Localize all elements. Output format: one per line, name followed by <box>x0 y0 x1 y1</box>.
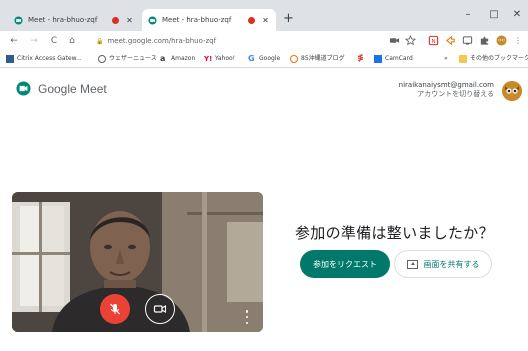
reload-button[interactable]: C <box>48 34 60 48</box>
bookmark-blog[interactable]: 85沖縄道ブログ <box>290 54 345 64</box>
amazon-icon: a <box>160 54 166 63</box>
weather-icon <box>98 55 106 63</box>
dot <box>245 310 249 313</box>
tab-meet-2[interactable]: Meet - hra-bhuo-zqf ✕ <box>142 9 276 31</box>
bookmark-label: その他のブックマーク <box>470 55 528 62</box>
camera-indicator-icon[interactable] <box>389 35 400 46</box>
tab-meet-1[interactable]: Meet - hra-bhuo-zqf ✕ <box>8 9 140 31</box>
ready-heading: 参加の準備は整いましたか？ <box>295 224 494 242</box>
mic-toggle-button[interactable] <box>100 294 130 324</box>
extension-icon[interactable]: N <box>428 35 439 46</box>
screen-extension-icon[interactable] <box>462 35 473 46</box>
extensions-puzzle-icon[interactable] <box>479 35 490 46</box>
bookmark-mf[interactable]: ≸ <box>357 54 368 62</box>
bookmark-citrix[interactable]: Citrix Access Gatew... <box>6 54 82 64</box>
mf-icon: ≸ <box>357 53 364 62</box>
url-text: meet.google.com/hra-bhuo-zqf <box>107 37 217 45</box>
profile-avatar-icon[interactable] <box>496 35 507 46</box>
browser-toolbar: ← → C ⌂ 🔒 meet.google.com/hra-bhuo-zqf N … <box>0 31 528 51</box>
bookmark-other-folder[interactable]: その他のブックマーク <box>459 54 528 64</box>
tab-close-icon[interactable]: ✕ <box>261 16 270 25</box>
recording-indicator-icon <box>112 16 119 24</box>
google-meet-logo[interactable]: Google Meet <box>16 81 107 96</box>
new-tab-button[interactable]: + <box>283 11 294 27</box>
bookmark-label: ウェザーニュース <box>109 55 157 62</box>
home-button[interactable]: ⌂ <box>66 34 78 48</box>
back-button[interactable]: ← <box>8 34 20 48</box>
camera-feed-image <box>12 192 263 332</box>
mic-off-icon <box>110 303 120 315</box>
account-avatar[interactable] <box>502 81 522 101</box>
arrow-extension-icon[interactable] <box>445 35 456 46</box>
yahoo-icon: Y! <box>204 55 213 63</box>
tab-title: Meet - hra-bhuo-zqf <box>162 16 232 24</box>
close-window-button[interactable]: ✕ <box>510 9 524 20</box>
address-bar[interactable]: 🔒 meet.google.com/hra-bhuo-zqf <box>96 34 216 48</box>
bookmark-label: Citrix Access Gatew... <box>17 55 82 62</box>
avatar-owl-icon <box>502 81 522 101</box>
citrix-icon <box>6 55 14 63</box>
bookmark-label: Yahoo! <box>215 55 236 62</box>
camcard-icon <box>374 55 382 63</box>
meet-logo-icon <box>16 81 31 96</box>
browser-window: Meet - hra-bhuo-zqf ✕ Meet - hra-bhuo-zq… <box>0 0 528 351</box>
bookmark-star-icon[interactable] <box>405 35 416 46</box>
minimize-button[interactable]: – <box>461 9 475 20</box>
tab-strip: Meet - hra-bhuo-zqf ✕ Meet - hra-bhuo-zq… <box>0 0 528 31</box>
bookmark-yahoo[interactable]: Y! Yahoo! <box>204 54 235 64</box>
present-button[interactable]: 画面を共有する <box>394 250 492 278</box>
more-options-button[interactable] <box>244 310 250 324</box>
recording-indicator-icon <box>248 16 255 24</box>
lock-icon: 🔒 <box>96 38 104 45</box>
maximize-button[interactable]: □ <box>487 9 501 20</box>
dot <box>245 315 249 319</box>
camera-toggle-button[interactable] <box>145 294 175 324</box>
switch-account-link[interactable]: アカウントを切り替える <box>399 90 494 99</box>
tab-title: Meet - hra-bhuo-zqf <box>28 16 98 24</box>
meet-page: Google Meet niraikanaiysmt@gmail.com アカウ… <box>0 68 528 351</box>
blog-icon <box>290 55 298 63</box>
svg-text:N: N <box>431 39 435 45</box>
bookmark-label: 85沖縄道ブログ <box>301 55 345 62</box>
brand-name: Google Meet <box>38 81 107 96</box>
menu-kebab-icon[interactable]: ⋮ <box>512 34 524 48</box>
present-screen-icon <box>406 259 418 269</box>
forward-button[interactable]: → <box>28 34 40 48</box>
bookmark-label: Amazon <box>171 55 196 62</box>
bookmark-camcard[interactable]: CamCard <box>374 54 413 64</box>
account-info: niraikanaiysmt@gmail.com アカウントを切り替える <box>399 81 494 99</box>
bookmark-label: CamCard <box>385 55 413 62</box>
bookmark-google[interactable]: G Google <box>248 54 280 64</box>
meet-favicon-icon <box>14 15 23 25</box>
bookmark-amazon[interactable]: a Amazon <box>160 54 195 64</box>
bookmarks-bar: Citrix Access Gatew... ウェザーニュース a Amazon… <box>0 51 528 68</box>
account-email: niraikanaiysmt@gmail.com <box>398 81 494 89</box>
ask-to-join-button[interactable]: 参加をリクエスト <box>300 250 390 278</box>
bookmark-weathernews[interactable]: ウェザーニュース <box>98 54 157 64</box>
video-camera-icon <box>153 305 167 313</box>
dot <box>245 321 249 324</box>
meet-favicon-icon <box>148 15 157 25</box>
bookmark-label: Google <box>259 55 281 62</box>
folder-icon <box>459 55 467 63</box>
present-button-label: 画面を共有する <box>423 259 480 269</box>
camera-preview <box>12 192 263 332</box>
tab-close-icon[interactable]: ✕ <box>125 16 134 25</box>
bookmarks-overflow-button[interactable]: » <box>444 54 448 64</box>
google-icon: G <box>248 54 255 63</box>
